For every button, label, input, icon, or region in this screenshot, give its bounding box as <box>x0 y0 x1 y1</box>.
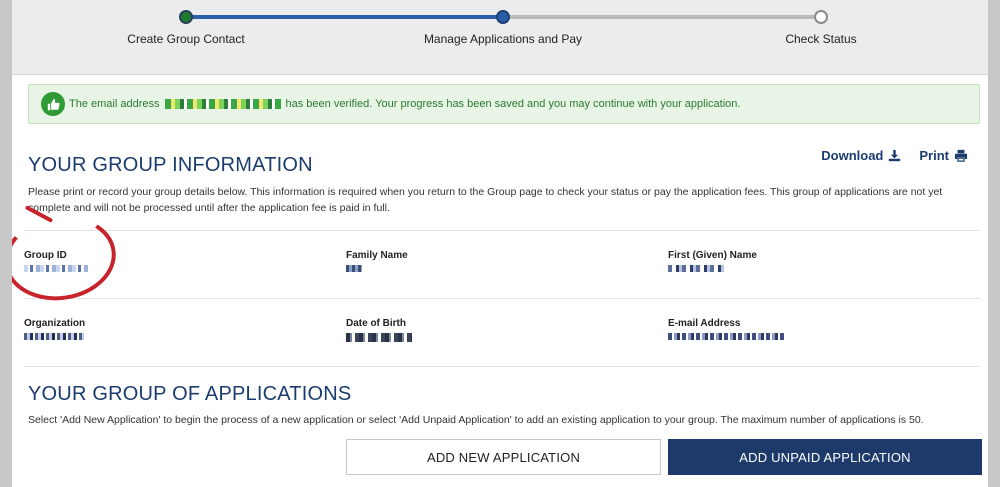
application-panel: Create Group Contact Manage Applications… <box>12 0 988 487</box>
download-label: Download <box>821 148 884 163</box>
organization-field: Organization <box>24 318 85 340</box>
first-name-label: First (Given) Name <box>668 250 757 261</box>
redacted-email <box>164 99 281 109</box>
group-information-title: YOUR GROUP INFORMATION <box>28 154 313 176</box>
step-manage-applications: Manage Applications and Pay <box>423 32 583 46</box>
group-id-label: Group ID <box>24 250 67 261</box>
print-label: Print <box>919 148 949 163</box>
email-field: E-mail Address <box>668 318 784 340</box>
download-button[interactable]: Download <box>821 148 901 163</box>
divider <box>24 366 980 367</box>
thumbs-up-icon <box>41 92 65 116</box>
step-create-group-contact: Create Group Contact <box>127 32 245 46</box>
alert-suffix: has been verified. Your progress has bee… <box>285 98 741 110</box>
first-name-value-redacted <box>668 265 724 272</box>
step-3-dot <box>814 10 828 24</box>
add-unpaid-application-button[interactable]: ADD UNPAID APPLICATION <box>668 439 982 475</box>
family-name-label: Family Name <box>346 250 408 261</box>
add-new-application-button[interactable]: ADD NEW APPLICATION <box>346 439 661 475</box>
printer-icon <box>954 149 968 162</box>
group-applications-title: YOUR GROUP OF APPLICATIONS <box>28 383 352 405</box>
step-check-status: Check Status <box>785 32 857 46</box>
progress-track-complete <box>186 15 503 19</box>
family-name-field: Family Name <box>346 250 408 272</box>
step-2-dot <box>496 10 510 24</box>
family-name-value-redacted <box>346 265 362 272</box>
organization-label: Organization <box>24 318 86 329</box>
group-information-description: Please print or record your group detail… <box>28 186 943 214</box>
group-id-field: Group ID <box>24 250 88 272</box>
step-1-dot <box>179 10 193 24</box>
email-label: E-mail Address <box>668 318 741 329</box>
date-of-birth-value-redacted <box>346 333 412 342</box>
progress-track-remaining <box>503 15 821 19</box>
email-value-redacted <box>668 333 784 340</box>
alert-message: The email address has been verified. You… <box>69 98 740 110</box>
group-applications-description: Select 'Add New Application' to begin th… <box>28 414 924 426</box>
alert-prefix: The email address <box>69 98 160 110</box>
progress-tracker: Create Group Contact Manage Applications… <box>12 0 988 75</box>
organization-value-redacted <box>24 333 84 340</box>
email-verified-alert: The email address has been verified. You… <box>28 84 980 124</box>
print-button[interactable]: Print <box>919 148 968 163</box>
download-icon <box>889 149 901 162</box>
date-of-birth-field: Date of Birth <box>346 318 412 342</box>
group-actions: Download Print <box>821 148 968 163</box>
divider <box>24 230 980 231</box>
date-of-birth-label: Date of Birth <box>346 318 406 329</box>
group-id-value-redacted <box>24 265 88 272</box>
divider <box>24 298 980 299</box>
first-name-field: First (Given) Name <box>668 250 757 272</box>
